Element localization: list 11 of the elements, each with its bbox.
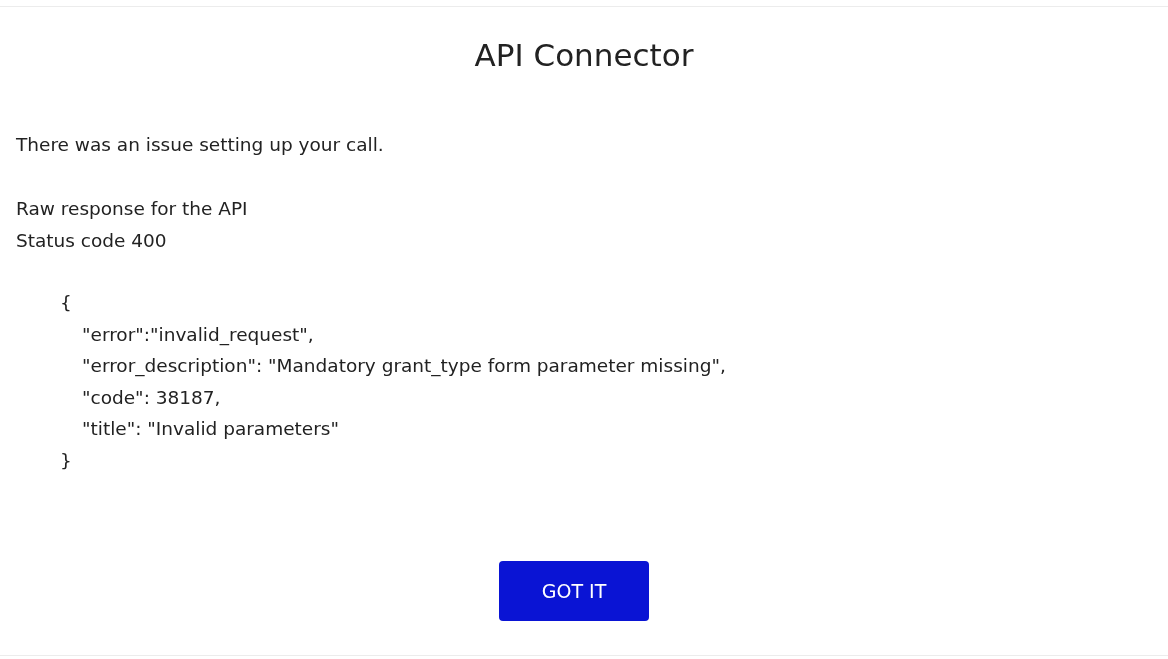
dialog-title: API Connector (474, 36, 694, 75)
code-line: "error_description": "Mandatory grant_type form parameter missing", (82, 354, 726, 379)
code-line: "error":"invalid_request", (82, 322, 314, 348)
detail-text: Raw response for the API (16, 197, 248, 221)
error-message: There was an issue setting up your call. (16, 133, 384, 157)
got-it-button[interactable]: GOT IT (499, 560, 649, 621)
code-line: "title": "Invalid parameters" (82, 417, 339, 442)
detail-text: Status code 400 (16, 229, 167, 253)
code-line: { (60, 291, 72, 315)
code-line: "code": 38187, (82, 385, 221, 410)
code-line: } (60, 448, 72, 473)
